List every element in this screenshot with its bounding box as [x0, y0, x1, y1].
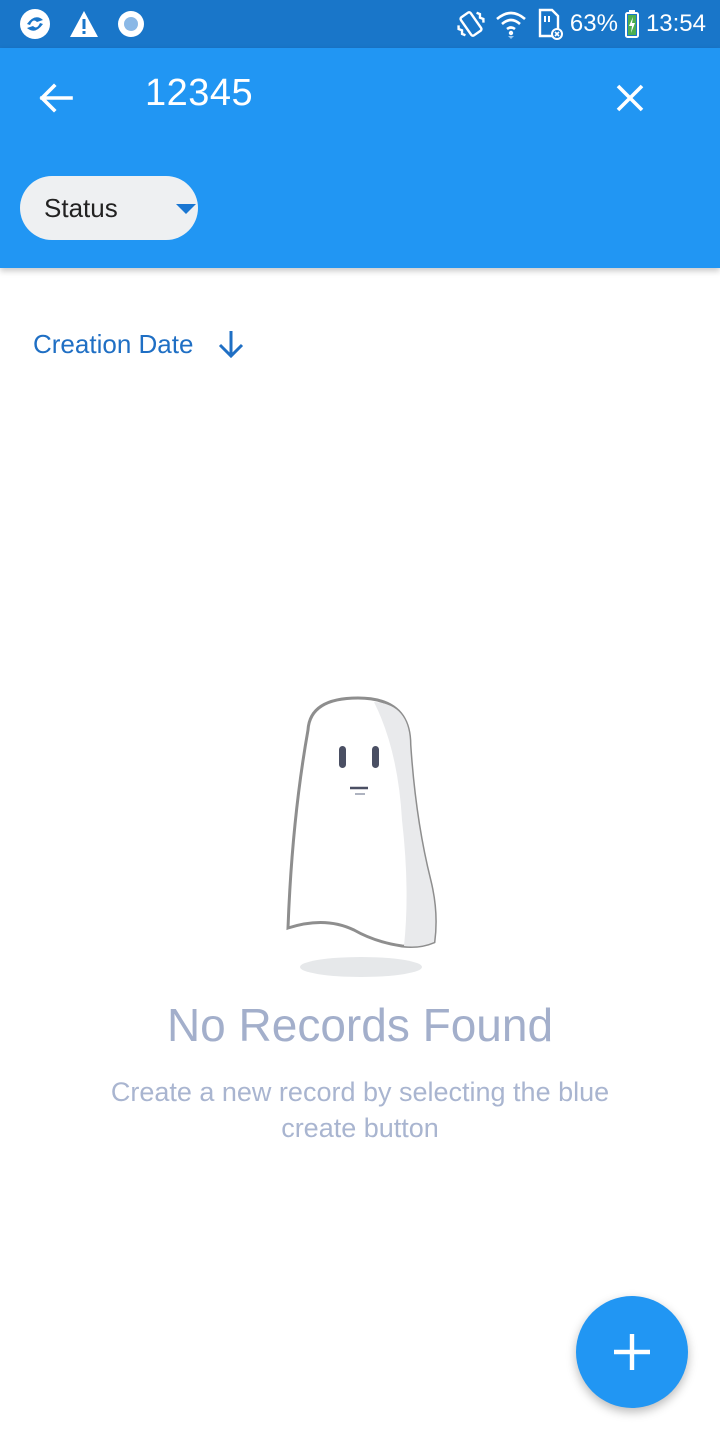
warning-icon — [70, 11, 98, 37]
arrow-down-icon — [217, 329, 245, 359]
system-icons: 63% 13:54 — [448, 7, 706, 41]
plus-icon — [614, 1334, 650, 1370]
empty-state-title: No Records Found — [166, 999, 554, 1051]
sort-control[interactable]: Creation Date — [33, 324, 245, 364]
record-icon — [118, 11, 144, 37]
arrow-back-icon — [39, 83, 73, 113]
wifi-icon — [496, 11, 526, 39]
clock: 13:54 — [645, 10, 706, 37]
search-app-bar: 12345 Status — [0, 48, 720, 268]
battery-charging-icon — [624, 10, 639, 38]
empty-state-subtitle: Create a new record by selecting the blu… — [110, 1077, 610, 1143]
ghost-illustration — [270, 690, 450, 990]
dropdown-caret-icon — [176, 204, 196, 214]
sort-label: Creation Date — [33, 328, 194, 359]
back-button[interactable] — [26, 78, 86, 118]
search-query[interactable]: 12345 — [145, 72, 253, 115]
create-record-button[interactable] — [576, 1296, 688, 1408]
vibrate-icon — [457, 11, 485, 37]
battery-percent: 63% — [569, 10, 618, 37]
status-filter-chip[interactable]: Status — [20, 176, 198, 240]
clear-search-button[interactable] — [604, 74, 656, 122]
app-logo-icon — [20, 9, 50, 39]
sim-card-icon — [538, 8, 563, 40]
status-bar: 63% 13:54 — [0, 0, 720, 48]
status-filter-label: Status — [44, 192, 118, 223]
close-icon — [616, 84, 644, 112]
notification-icons — [18, 7, 162, 41]
